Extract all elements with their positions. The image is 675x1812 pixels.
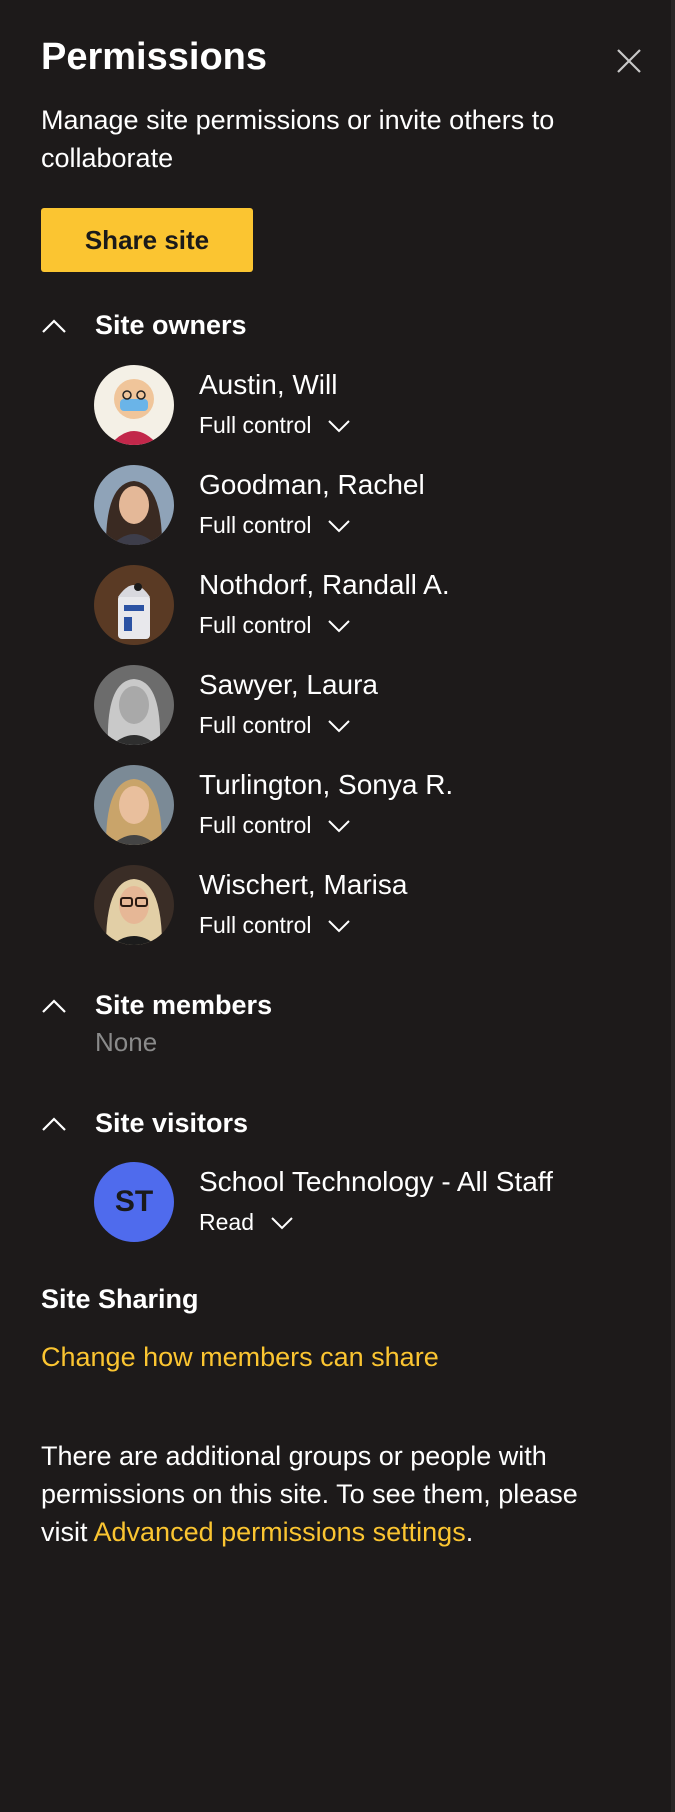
additional-permissions-notice: There are additional groups or people wi… xyxy=(41,1437,621,1551)
chevron-down-icon xyxy=(328,819,351,832)
group-avatar: ST xyxy=(94,1162,174,1242)
person-name: Austin, Will xyxy=(199,369,338,400)
permission-dropdown[interactable]: Full control xyxy=(199,712,351,739)
chevron-down-icon xyxy=(328,519,351,532)
person-name: Turlington, Sonya R. xyxy=(199,769,454,800)
chevron-down-icon xyxy=(328,619,351,632)
members-empty-text: None xyxy=(95,1027,158,1057)
chevron-down-icon xyxy=(328,719,351,732)
group-name: School Technology - All Staff xyxy=(199,1166,553,1197)
avatar xyxy=(94,365,174,445)
permission-level: Full control xyxy=(199,612,312,638)
chevron-down-icon xyxy=(271,1216,293,1229)
permission-dropdown[interactable]: Full control xyxy=(199,812,351,839)
chevron-up-icon xyxy=(42,1116,66,1131)
permission-dropdown[interactable]: Read xyxy=(199,1209,294,1236)
permission-level: Full control xyxy=(199,412,312,438)
change-sharing-link[interactable]: Change how members can share xyxy=(41,1342,439,1373)
chevron-up-icon xyxy=(42,318,66,333)
owner-item: Turlington, Sonya R. Full control xyxy=(94,765,614,847)
chevron-down-icon xyxy=(328,919,351,932)
person-name: Sawyer, Laura xyxy=(199,669,378,700)
share-site-button[interactable]: Share site xyxy=(41,208,253,272)
avatar xyxy=(94,665,174,745)
avatar xyxy=(94,565,174,645)
avatar xyxy=(94,765,174,845)
owner-item: Wischert, Marisa Full control xyxy=(94,865,614,947)
person-name: Wischert, Marisa xyxy=(199,869,408,900)
permission-dropdown[interactable]: Full control xyxy=(199,412,351,439)
owner-item: Austin, Will Full control xyxy=(94,365,614,447)
panel-subtitle: Manage site permissions or invite others… xyxy=(41,105,555,173)
notice-suffix: . xyxy=(465,1517,474,1547)
site-sharing-heading: Site Sharing xyxy=(41,1284,199,1314)
site-visitors-label: Site visitors xyxy=(95,1108,249,1138)
site-members-label: Site members xyxy=(95,990,273,1020)
site-owners-label: Site owners xyxy=(95,310,247,340)
permission-level: Full control xyxy=(199,812,312,838)
chevron-down-icon xyxy=(328,419,351,432)
permission-dropdown[interactable]: Full control xyxy=(199,512,351,539)
site-visitors-header[interactable]: Site visitors xyxy=(41,1108,248,1139)
permission-level: Read xyxy=(199,1209,254,1235)
permission-level: Full control xyxy=(199,912,312,938)
avatar xyxy=(94,865,174,945)
site-owners-header[interactable]: Site owners xyxy=(41,310,247,341)
page-title: Permissions xyxy=(41,36,267,78)
permission-level: Full control xyxy=(199,512,312,538)
permission-dropdown[interactable]: Full control xyxy=(199,912,351,939)
person-name: Nothdorf, Randall A. xyxy=(199,569,450,600)
person-name: Goodman, Rachel xyxy=(199,469,425,500)
advanced-permissions-link[interactable]: Advanced permissions settings xyxy=(94,1517,466,1547)
permission-level: Full control xyxy=(199,712,312,738)
visitor-item: ST School Technology - All Staff Read xyxy=(94,1162,614,1244)
permission-dropdown[interactable]: Full control xyxy=(199,612,351,639)
owner-item: Goodman, Rachel Full control xyxy=(94,465,614,547)
avatar xyxy=(94,465,174,545)
permissions-panel: Permissions Manage site permissions or i… xyxy=(0,0,675,1812)
panel-edge xyxy=(671,0,675,1812)
close-icon[interactable] xyxy=(614,46,644,76)
chevron-up-icon xyxy=(42,998,66,1013)
owner-item: Sawyer, Laura Full control xyxy=(94,665,614,747)
site-members-header[interactable]: Site members xyxy=(41,990,272,1021)
owner-item: Nothdorf, Randall A. Full control xyxy=(94,565,614,647)
